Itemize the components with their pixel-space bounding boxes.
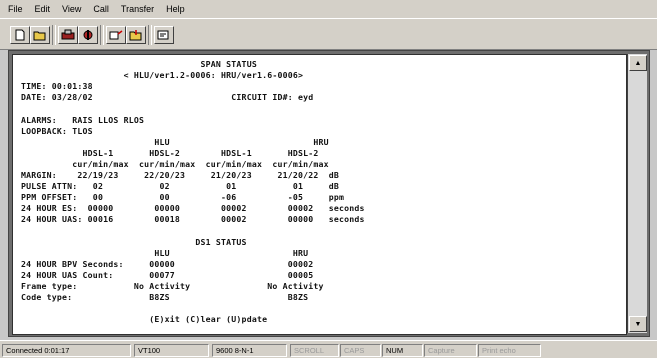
toolbar-separator [52,25,56,45]
terminal-line: cur/min/max cur/min/max cur/min/max cur/… [21,158,329,169]
terminal-line: (E)xit (C)lear (U)pdate [21,314,268,325]
terminal-line: PPM OFFSET: 00 00 -06 -05 ppm [21,192,345,203]
status-bar: Connected 0:01:17 VT100 9600 8-N-1 SCROL… [0,340,657,358]
terminal-line: DS1 STATUS [21,236,247,247]
send-icon[interactable] [106,26,126,44]
terminal-line: SPAN STATUS [21,59,257,69]
terminal-line: LOOPBACK: TLOS [21,125,93,136]
status-emulation: VT100 [134,344,209,357]
terminal-line: HLU HRU [21,247,309,258]
menu-file[interactable]: File [8,4,23,14]
scroll-down-icon[interactable]: ▼ [629,316,647,332]
terminal-line: ALARMS: RAIS LLOS RLOS [21,114,145,125]
receive-icon[interactable] [126,26,146,44]
terminal-line: 24 HOUR UAS Count: 00077 00005 [21,269,314,280]
status-scroll: SCROLL [290,344,339,357]
open-icon[interactable] [30,26,50,44]
vertical-scrollbar[interactable]: ▲ ▼ [627,54,647,333]
terminal-line: HLU HRU [21,136,329,147]
disconnect-icon[interactable] [58,26,78,44]
menu-bar: File Edit View Call Transfer Help [0,0,657,18]
toolbar-separator [148,25,152,45]
menu-call[interactable]: Call [93,4,109,14]
status-num: NUM [382,344,423,357]
toolbar [0,18,657,50]
terminal-screen[interactable]: SPAN STATUS < HLU/ver1.2-0006: HRU/ver1.… [12,54,627,335]
terminal-line: HDSL-1 HDSL-2 HDSL-1 HDSL-2 [21,147,319,158]
terminal-line: MARGIN: 22/19/23 22/20/23 21/20/23 21/20… [21,170,340,180]
capture-icon[interactable] [154,26,174,44]
terminal-line: Frame type: No Activity No Activity [21,281,324,291]
terminal-line: 24 HOUR BPV Seconds: 00000 00002 [21,258,314,269]
status-capture: Capture [424,344,477,357]
properties-icon[interactable] [78,26,98,44]
terminal-line: PULSE ATTN: 02 02 01 01 dB [21,181,340,192]
status-print-echo: Print echo [478,344,541,357]
menu-edit[interactable]: Edit [35,4,51,14]
terminal-line: Code type: B8ZS B8ZS [21,292,309,303]
terminal-line: 24 HOUR ES: 00000 00000 00002 00002 seco… [21,203,365,214]
menu-view[interactable]: View [62,4,81,14]
status-connected: Connected 0:01:17 [2,344,131,357]
toolbar-separator [100,25,104,45]
terminal-line: 24 HOUR UAS: 00016 00018 00002 00000 sec… [21,214,365,225]
status-settings: 9600 8-N-1 [212,344,287,357]
new-icon[interactable] [10,26,30,44]
status-caps: CAPS [340,344,381,357]
terminal-line: TIME: 00:01:38 [21,81,93,92]
menu-transfer[interactable]: Transfer [121,4,154,14]
terminal-line: < HLU/ver1.2-0006: HRU/ver1.6-0006> [21,70,304,81]
terminal-frame: SPAN STATUS < HLU/ver1.2-0006: HRU/ver1.… [8,50,650,337]
scroll-up-icon[interactable]: ▲ [629,55,647,71]
menu-help[interactable]: Help [166,4,185,14]
terminal-line: DATE: 03/28/02 CIRCUIT ID#: eyd [21,92,314,103]
